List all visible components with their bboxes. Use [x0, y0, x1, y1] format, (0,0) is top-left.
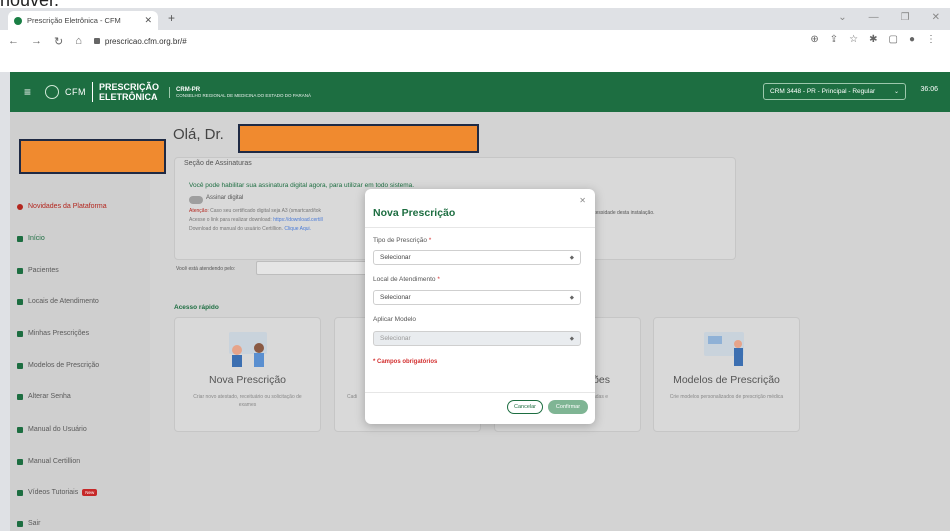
- label-text: Aplicar Modelo: [373, 316, 416, 323]
- select-arrow-icon: ◆: [569, 294, 574, 301]
- cancel-button[interactable]: Cancelar: [507, 400, 543, 414]
- field-label-local: Local de Atendimento *: [373, 276, 440, 283]
- field-label-tipo: Tipo de Prescrição *: [373, 237, 431, 244]
- select-arrow-icon: ◆: [569, 335, 574, 342]
- modal-title: Nova Prescrição: [373, 207, 456, 219]
- modal-divider: [365, 227, 595, 228]
- modal-footer-divider: [365, 392, 595, 393]
- required-note: * Campos obrigatórios: [373, 359, 438, 365]
- field-label-modelo: Aplicar Modelo: [373, 316, 416, 323]
- select-value: Selecionar: [380, 335, 411, 342]
- aplicar-modelo-select[interactable]: Selecionar ◆: [373, 331, 581, 346]
- close-icon[interactable]: ✕: [579, 196, 586, 205]
- modal-overlay: ✕ Nova Prescrição Tipo de Prescrição * S…: [0, 0, 950, 531]
- required-marker: *: [437, 276, 440, 283]
- select-arrow-icon: ◆: [569, 254, 574, 261]
- select-value: Selecionar: [380, 294, 411, 301]
- tipo-prescricao-select[interactable]: Selecionar ◆: [373, 250, 581, 265]
- label-text: Tipo de Prescrição: [373, 237, 427, 244]
- confirm-button[interactable]: Confirmar: [548, 400, 588, 414]
- label-text: Local de Atendimento: [373, 276, 436, 283]
- nova-prescricao-modal: ✕ Nova Prescrição Tipo de Prescrição * S…: [365, 189, 595, 424]
- required-marker: *: [428, 237, 432, 244]
- select-value: Selecionar: [380, 254, 411, 261]
- local-atendimento-select[interactable]: Selecionar ◆: [373, 290, 581, 305]
